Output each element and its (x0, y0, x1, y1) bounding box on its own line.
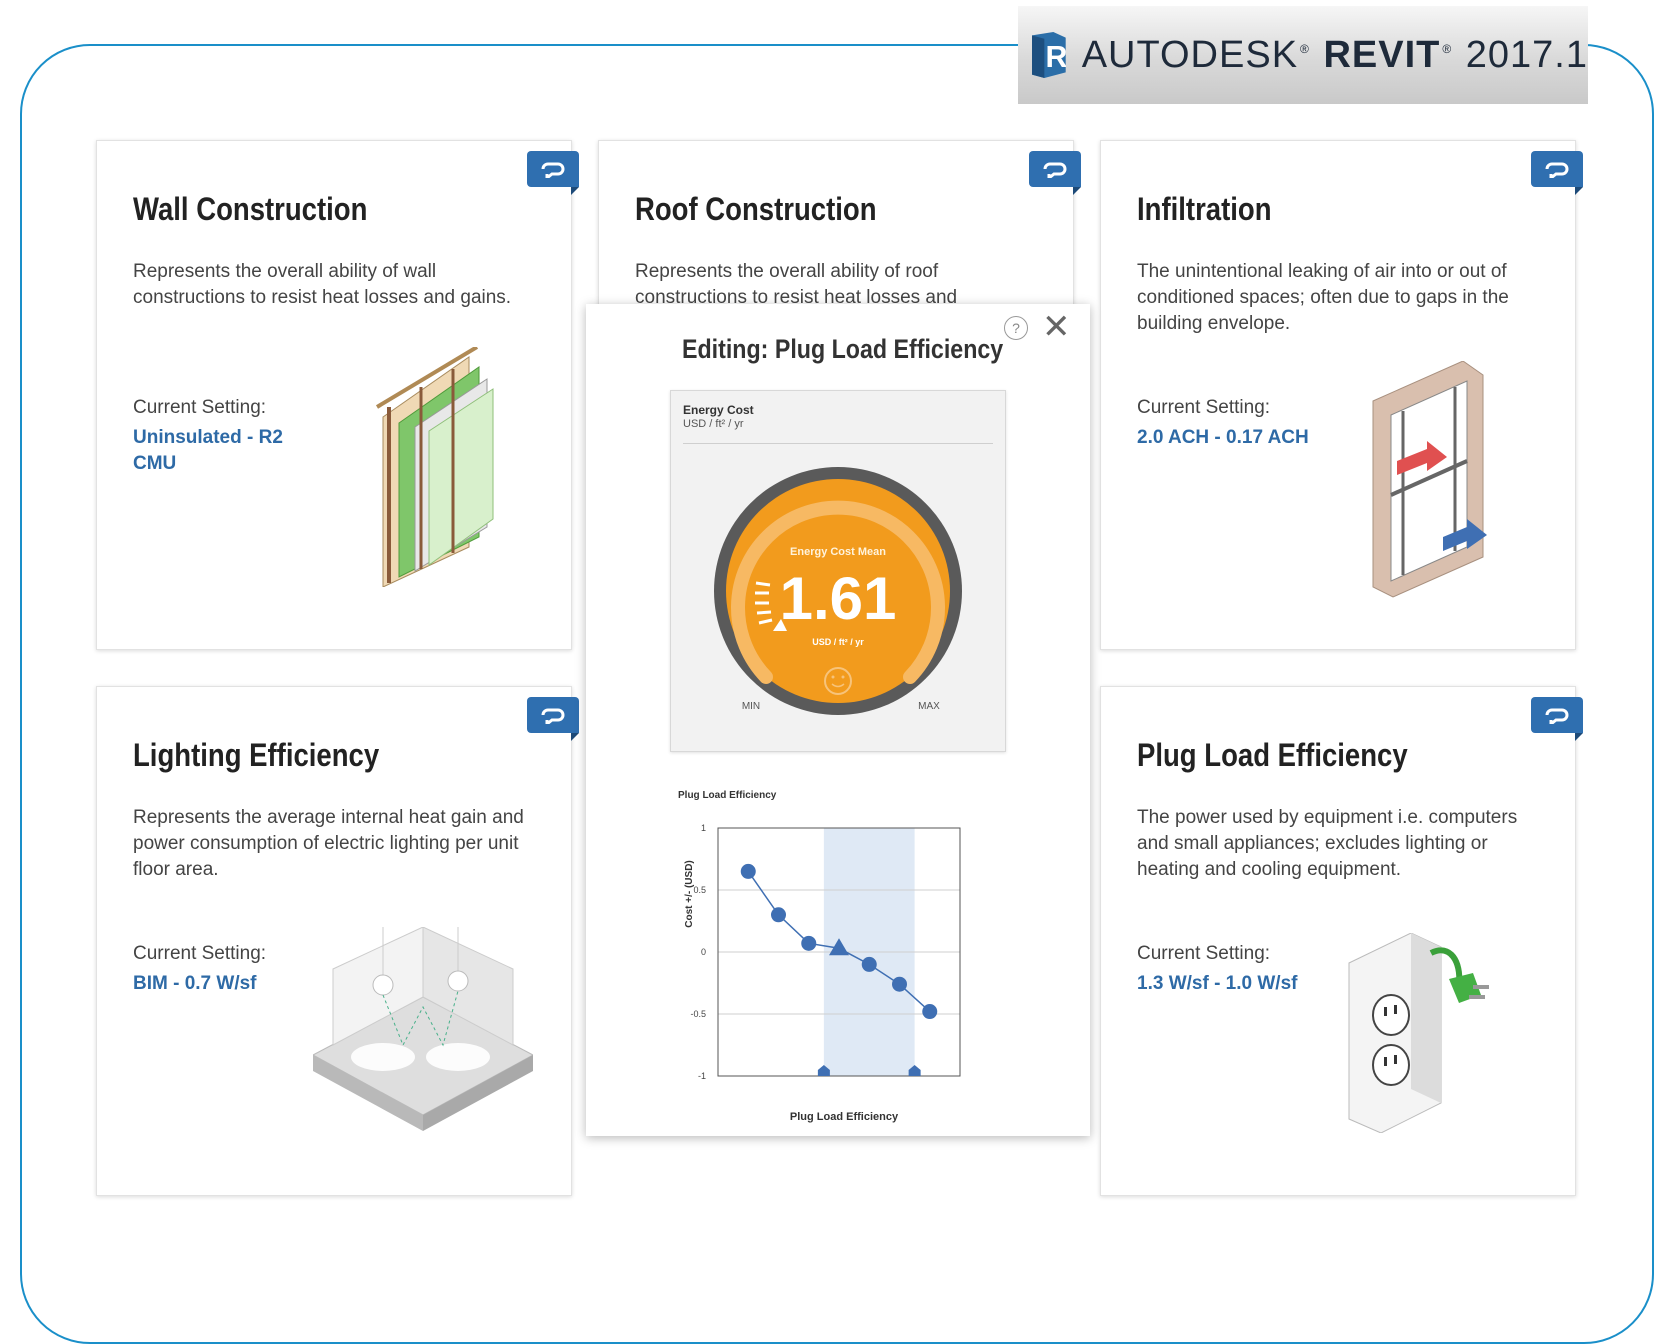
explore-tag-icon[interactable] (1531, 697, 1583, 741)
y-tick-label: -0.5 (690, 1009, 706, 1019)
wall-section-icon (375, 347, 494, 587)
current-setting-label: Current Setting: (1137, 943, 1271, 964)
chart-x-axis-label: Plug Load Efficiency (790, 1111, 899, 1123)
svg-text:R: R (1045, 41, 1065, 74)
current-setting-label: Current Setting: (133, 943, 267, 964)
data-point (892, 976, 907, 992)
card-title: Wall Construction (133, 191, 368, 227)
explore-tag-icon[interactable] (527, 697, 579, 741)
help-icon[interactable]: ? (1004, 316, 1028, 340)
card-title: Plug Load Efficiency (1137, 737, 1408, 773)
energy-cost-gauge-panel: Energy Cost USD / ft² / yr Energy Cost M… (670, 390, 1006, 752)
power-outlet-icon (1348, 933, 1489, 1133)
plug-load-chart: Plug Load Efficiency -1 -0.5 0 0.5 1 Plug Lo… (670, 784, 1004, 1124)
window-infiltration-icon (1372, 361, 1487, 598)
y-tick-label: 0 (701, 947, 706, 957)
energy-cost-gauge: Energy Cost Mean 1.61 USD / ft² / yr MIN… (714, 467, 962, 715)
chart-y-axis-label: Cost +/- (USD) (684, 860, 695, 928)
y-tick-label: -1 (698, 1071, 706, 1081)
card-description: The power used by equipment i.e. compute… (1137, 807, 1518, 880)
current-setting-value[interactable]: 1.3 W/sf - 1.0 W/sf (1137, 971, 1327, 997)
explore-tag-icon[interactable] (527, 151, 579, 195)
card-title: Roof Construction (635, 191, 877, 227)
brand-wordmark: AUTODESK ® REVIT ® 2017.1 (1081, 33, 1588, 76)
gauge-min-label: MIN (742, 701, 760, 712)
current-setting-label: Current Setting: (1137, 397, 1271, 418)
autodesk-revit-banner: R AUTODESK ® REVIT ® 2017.1 (1018, 6, 1588, 104)
card-lighting-efficiency[interactable]: Lighting Efficiency Represents the avera… (96, 686, 579, 1196)
card-title: Infiltration (1137, 191, 1272, 227)
y-tick-label: 0.5 (693, 885, 706, 895)
current-setting-value[interactable]: BIM - 0.7 W/sf (133, 971, 323, 997)
gauge-value: 1.61 (780, 565, 897, 632)
gauge-label: Energy Cost Mean (790, 546, 886, 558)
data-point (801, 935, 817, 951)
link-icon (541, 162, 565, 178)
chart-title: Plug Load Efficiency (678, 790, 777, 801)
data-point (771, 907, 786, 923)
room-lighting-icon (313, 927, 533, 1131)
current-setting-label: Current Setting: (133, 397, 267, 418)
card-infiltration[interactable]: Infiltration The unintentional leaking o… (1100, 140, 1583, 650)
explore-tag-icon[interactable] (1029, 151, 1081, 195)
gauge-unit: USD / ft² / yr (812, 637, 864, 647)
card-plug-load-efficiency[interactable]: Plug Load Efficiency The power used by e… (1100, 686, 1583, 1196)
data-point (861, 956, 877, 972)
plug-load-chart-svg: Plug Load Efficiency -1 -0.5 0 0.5 1 Plug Lo… (678, 790, 961, 1123)
current-setting-value[interactable]: 2.0 ACH - 0.17 ACH (1137, 425, 1327, 451)
data-point (740, 863, 756, 879)
link-icon (1545, 708, 1569, 724)
card-wall-construction[interactable]: Wall Construction Represents the overall… (96, 140, 579, 650)
current-setting-value[interactable]: Uninsulated - R2 CMU (133, 425, 323, 477)
editing-modal: Editing: Plug Load Efficiency ? ✕ Energy… (586, 304, 1090, 1136)
modal-title: Editing: Plug Load Efficiency (682, 334, 1004, 364)
card-description: The unintentional leaking of air into or… (1137, 261, 1509, 334)
link-icon (1545, 162, 1569, 178)
card-title: Lighting Efficiency (133, 737, 380, 773)
data-point (922, 1004, 938, 1020)
revit-logo-icon: R (1032, 31, 1066, 79)
close-icon[interactable]: ✕ (1042, 310, 1071, 344)
gauge-max-label: MAX (918, 701, 940, 712)
link-icon (541, 708, 565, 724)
y-tick-label: 1 (701, 823, 706, 833)
card-description: Represents the overall ability of wall c… (133, 261, 512, 308)
explore-tag-icon[interactable] (1531, 151, 1583, 195)
link-icon (1043, 162, 1067, 178)
card-description: Represents the average internal heat gai… (133, 807, 524, 880)
